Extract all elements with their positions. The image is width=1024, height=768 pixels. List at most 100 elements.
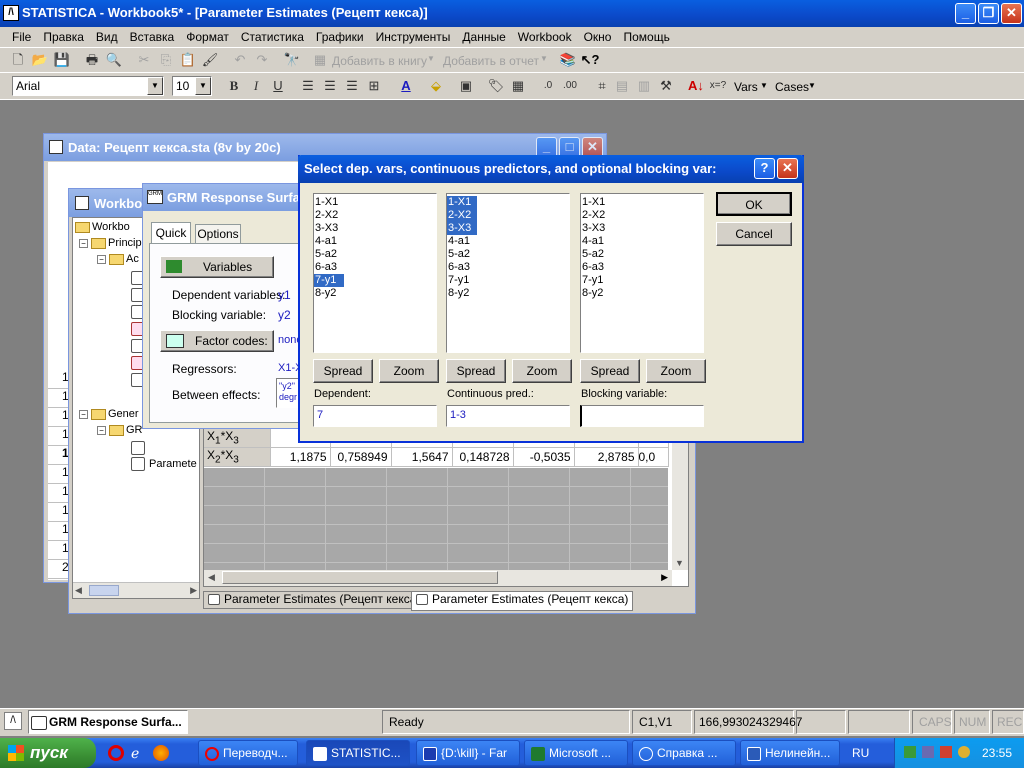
tray-icon[interactable] [958,746,970,758]
spread-button[interactable]: Spread [580,359,640,383]
font-size-arrow-icon[interactable]: ▼ [195,77,211,95]
list-item[interactable]: 7-y1 [447,274,569,287]
list-item[interactable]: 3-X3 [314,222,436,235]
list-item[interactable]: 3-X3 [581,222,703,235]
list-item[interactable]: 8-y2 [581,287,703,300]
menu-data[interactable]: Данные [456,27,511,47]
spread-button[interactable]: Spread [446,359,506,383]
list-item[interactable]: 5-a2 [314,248,436,261]
list-item[interactable]: 5-a2 [581,248,703,261]
align-right-icon[interactable]: ☰ [342,76,362,96]
hscroll[interactable]: ◀ ▶ [204,570,672,586]
table-options-icon[interactable]: ▥ [634,76,654,96]
list-item[interactable]: 4-a1 [581,235,703,248]
collapse-icon[interactable]: − [79,238,88,248]
zoom-button[interactable]: Zoom [512,359,572,383]
collapse-icon[interactable]: − [97,425,106,435]
align-left-icon[interactable]: ☰ [298,76,318,96]
dependent-input[interactable]: 7 [313,405,437,427]
tab-options[interactable]: Options [195,224,241,244]
fill-color-icon[interactable]: ⬙ [426,76,446,96]
blocking-input[interactable] [580,405,704,427]
taskbar-item[interactable]: Microsoft ... [524,740,628,766]
decimals-increase-icon[interactable]: .0 [538,76,558,96]
cancel-button[interactable]: Cancel [716,222,792,246]
factor-codes-button[interactable]: Factor codes: [160,330,274,352]
tree-item-principal[interactable]: − Princip [79,237,142,249]
zoom-button[interactable]: Zoom [646,359,706,383]
sort-icon[interactable]: A↓ [686,76,706,96]
taskbar-item[interactable]: {D:\kill} - Far [416,740,520,766]
collapse-icon[interactable]: − [79,409,88,419]
font-name-select[interactable]: Arial ▼ [12,76,164,96]
sheet-tab-active[interactable]: Parameter Estimates (Рецепт кекса) [411,591,634,611]
grid-icon[interactable]: ▦ [508,76,528,96]
bold-icon[interactable]: B [224,76,244,96]
table-cell[interactable]: 1,5647 [391,447,453,467]
menu-help[interactable]: Помощь [617,27,675,47]
list-item-selected[interactable]: 1-X1 [447,196,477,209]
redo-icon[interactable]: ↷ [252,50,272,70]
save-icon[interactable]: 💾 [52,50,72,70]
print-preview-icon[interactable]: 🔍 [104,50,124,70]
paste-icon[interactable]: 📋 [178,50,198,70]
add-to-book-arrow-icon[interactable]: ▼ [427,54,435,63]
table-cell[interactable]: 0,0 [638,447,669,467]
underline-icon[interactable]: U [268,76,288,96]
dialog-help-button[interactable]: ? [754,158,775,179]
scroll-down-icon[interactable]: ▼ [675,558,684,568]
list-item[interactable]: 2-X2 [314,209,436,222]
menu-workbook[interactable]: Workbook [512,27,578,47]
merge-icon[interactable]: ⊞ [364,76,384,96]
list-item[interactable]: 1-X1 [581,196,703,209]
scroll-right-icon[interactable]: ▶ [661,572,668,583]
open-icon[interactable]: 📂 [30,50,50,70]
scroll-left-icon[interactable]: ◀ [75,585,82,596]
list-item[interactable]: 8-y2 [447,287,569,300]
language-indicator[interactable]: RU [852,746,869,760]
active-window-tab[interactable]: GRM Response Surfa... [28,710,188,734]
tree-item-gr[interactable]: − GR [97,424,143,436]
tab-quick[interactable]: Quick [151,222,191,244]
scroll-thumb[interactable] [89,585,119,596]
tree-item-parameter[interactable]: Paramete [131,457,197,471]
ok-button[interactable]: OK [716,192,792,216]
list-item-selected[interactable]: 2-X2 [447,209,477,222]
vscroll[interactable]: ▼ [672,428,688,570]
list-item[interactable]: 7-y1 [581,274,703,287]
vars-menu[interactable]: Vars [734,80,758,94]
tree-item-workbook[interactable]: Workbo [75,221,130,233]
menu-window[interactable]: Окно [578,27,618,47]
table-cell[interactable]: -0,5035 [513,447,575,467]
borders-icon[interactable]: ▣ [456,76,476,96]
continuous-listbox[interactable]: 1-X1 2-X2 3-X3 4-a1 5-a2 6-a3 7-y1 8-y2 [446,193,570,353]
taskbar-item[interactable]: Справка ... [632,740,736,766]
tree-doc[interactable] [131,441,149,455]
scroll-thumb[interactable] [222,571,498,584]
cut-icon[interactable]: ✂ [134,50,154,70]
scroll-right-icon[interactable]: ▶ [190,585,197,596]
list-item[interactable]: 6-a3 [581,261,703,274]
list-item[interactable]: 8-y2 [314,287,436,300]
table-cell[interactable]: 2,8785 [574,447,639,467]
spread-button[interactable]: Spread [313,359,373,383]
menu-insert[interactable]: Вставка [124,27,181,47]
italic-icon[interactable]: I [246,76,266,96]
copy-icon[interactable]: ⎘ [156,50,176,70]
add-to-report-button[interactable]: Добавить в отчет [443,54,539,68]
start-button[interactable]: пуск [0,738,96,768]
tree-item-general[interactable]: − Gener [79,408,139,420]
table-cell[interactable]: 0,148728 [452,447,514,467]
context-help-icon[interactable]: ↖? [580,50,600,70]
add-to-book-button[interactable]: Добавить в книгу [332,54,427,68]
tray-icon[interactable] [922,746,934,758]
list-item[interactable]: 1-X1 [314,196,436,209]
case-icon[interactable]: ⌗ [592,76,612,96]
taskbar-item[interactable]: Переводч... [198,740,298,766]
formula-icon[interactable]: x=? [708,76,728,96]
list-item[interactable]: 6-a3 [314,261,436,274]
table-cell[interactable]: 0,758949 [330,447,392,467]
list-item[interactable]: 4-a1 [447,235,569,248]
menu-file[interactable]: File [6,27,37,47]
row-header[interactable]: X1*X3 [204,428,271,448]
